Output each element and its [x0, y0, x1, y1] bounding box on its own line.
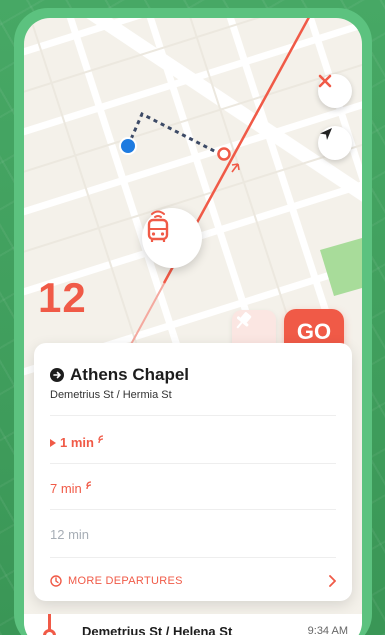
next-stop-time: 9:34 AM: [307, 625, 348, 635]
divider: [50, 415, 336, 416]
locate-button[interactable]: [318, 126, 352, 160]
divider: [50, 463, 336, 464]
more-departures-button[interactable]: MORE DEPARTURES: [50, 575, 336, 587]
phone-frame: 12 GO Athens Chapel Demetrius St / Hermi…: [14, 8, 372, 635]
departure-row[interactable]: 7 min: [50, 480, 96, 496]
map-view[interactable]: 12 GO: [24, 18, 362, 378]
route-number: 12: [38, 274, 87, 321]
pin-icon: [236, 312, 252, 329]
route-stop-dot: [43, 629, 56, 635]
stop-cross-street: Demetrius St / Hermia St: [50, 389, 172, 401]
arrow-circle-icon: [50, 368, 64, 382]
realtime-signal-icon: [86, 480, 91, 489]
play-arrow-icon: [50, 438, 56, 447]
close-button[interactable]: [318, 74, 352, 108]
next-stop-row[interactable]: Demetrius St / Helena St 9:34 AM: [24, 614, 362, 635]
clock-icon: [50, 575, 62, 587]
departure-time: 12 min: [50, 527, 90, 542]
more-departures-label: MORE DEPARTURES: [68, 575, 183, 587]
chevron-right-icon: [329, 575, 336, 587]
departures-card: Athens Chapel Demetrius St / Hermia St 1…: [34, 343, 352, 601]
stop-name: Athens Chapel: [70, 365, 190, 384]
divider: [50, 509, 336, 510]
bus-marker[interactable]: [142, 208, 202, 268]
departure-time: 1 min: [60, 435, 94, 450]
realtime-signal-icon: [98, 434, 104, 443]
next-stop-name: Demetrius St / Helena St: [82, 624, 233, 635]
divider: [50, 557, 336, 558]
departure-time: 7 min: [50, 481, 82, 496]
bus-icon: [147, 210, 169, 242]
stop-title[interactable]: Athens Chapel: [50, 365, 189, 385]
close-icon: [318, 74, 332, 88]
navigation-arrow-icon: [320, 128, 332, 140]
departure-row[interactable]: 12 min: [50, 527, 89, 542]
departure-row[interactable]: 1 min: [50, 434, 108, 450]
app-screen: 12 GO Athens Chapel Demetrius St / Hermi…: [24, 18, 362, 635]
